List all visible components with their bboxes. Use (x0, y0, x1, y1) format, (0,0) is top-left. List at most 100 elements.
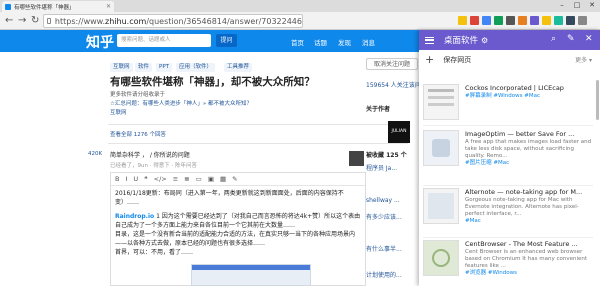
forward-button[interactable]: → (18, 15, 26, 27)
sidebar-link[interactable]: 有多少应该... (366, 212, 402, 221)
menu-icon[interactable] (578, 16, 587, 25)
bookmark-description: Cent Browser is an enhanced web browser … (465, 249, 588, 276)
bookmark-card[interactable]: ImageOptim — better Save For ... A free … (423, 128, 593, 186)
question-detail-link[interactable]: ☆汇总问题：有哪些人类进步「神人」» 都不被大众所知？ (110, 99, 252, 107)
nav-topics[interactable]: 话题 (314, 37, 327, 47)
video-icon[interactable]: ▦ (220, 175, 226, 183)
bookmark-description: #屏幕录制 #Windows #Mac (465, 93, 593, 100)
bookmark-tags[interactable]: #Mac (465, 218, 481, 224)
ordered-list-icon[interactable]: ≡ (173, 175, 178, 183)
browser-toolbar: ← → ↻ https://www.zhihu.com/question/365… (0, 12, 600, 30)
editor-paragraph: 首界，可以：不用，看了…… (115, 249, 194, 256)
bold-icon[interactable]: B (115, 175, 119, 183)
italic-icon[interactable]: I (125, 175, 127, 183)
avatar[interactable] (349, 151, 364, 166)
bookmark-title[interactable]: CentBrowser - The Most Feature ... (465, 240, 593, 248)
extension-green-icon[interactable] (494, 16, 503, 25)
bookmark-card[interactable]: Alternote — note-taking app for M... Gor… (423, 186, 593, 238)
raindrop-link[interactable]: Raindrop.io (115, 213, 154, 220)
image-icon[interactable]: ▣ (208, 175, 214, 183)
bookmark-tags[interactable]: #图片压缩 #Mac (465, 160, 509, 166)
nav-messages[interactable]: 消息 (362, 37, 375, 47)
view-all-answers-link[interactable]: 查看全部 1276 个回答 (110, 130, 166, 138)
extension-red-icon[interactable] (470, 16, 479, 25)
maximize-button[interactable]: □ (570, 0, 584, 11)
underline-icon[interactable]: U (133, 175, 138, 183)
save-page-label[interactable]: 保存网页 (443, 55, 471, 65)
bookmark-thumbnail (423, 130, 459, 166)
extension-blue-icon[interactable] (482, 16, 491, 25)
bookmark-tags[interactable]: #浏览器 #Windows (465, 270, 517, 276)
bookmark-title[interactable]: ImageOptim — better Save For ... (465, 130, 593, 138)
edit-icon[interactable]: ✎ (567, 34, 575, 44)
editor-body[interactable]: 2016/1/18更新：布局同（进入第一年，两类更新就这到新面面处，后面的内容保… (111, 186, 365, 260)
question-detail-link[interactable]: 互联网 (110, 108, 127, 116)
extension-orange-icon[interactable] (518, 16, 527, 25)
hamburger-menu-icon[interactable] (425, 36, 434, 44)
zhihu-logo[interactable]: 知乎 (86, 32, 114, 52)
gear-icon[interactable]: ⚙ (481, 36, 488, 45)
answer-editor[interactable]: B I U ❝ </> ≡ ≣ ▭ ▣ ▦ ✎ 2016/1/18更新：布局同（… (110, 172, 366, 286)
address-bar[interactable]: https://www.zhihu.com/question/36546814/… (43, 14, 303, 28)
browser-tab-strip: 有哪些软件堪称「神器」 ✕ – □ ✕ (0, 0, 600, 12)
close-icon[interactable]: ✕ (585, 34, 593, 44)
unordered-list-icon[interactable]: ≣ (184, 175, 189, 183)
extension-gray-icon[interactable] (506, 16, 515, 25)
star-icon[interactable] (458, 16, 467, 25)
ask-button[interactable]: 提问 (216, 34, 237, 47)
unfollow-button[interactable]: 取消关注问题 (366, 58, 418, 70)
code-icon[interactable]: </> (154, 175, 167, 183)
topic-tag[interactable]: PPT (156, 63, 172, 72)
more-dropdown[interactable]: 更多 ▾ (575, 55, 592, 64)
save-page-row[interactable]: + 保存网页 更多 ▾ (419, 50, 600, 69)
bookmark-thumbnail (423, 240, 459, 276)
bookmark-panel: 桌面软件 ⚙ ⌕ ✎ ✕ + 保存网页 更多 ▾ Cockos Incorpor… (419, 30, 600, 286)
sidebar-heading: 被收藏 125 个 (366, 152, 407, 159)
lock-icon (47, 18, 51, 24)
sidebar-link[interactable]: shellway ... (366, 197, 400, 204)
topic-tag[interactable]: 工具推荐 (224, 63, 253, 72)
editor-paragraph: Raindrop.io 1 因为这个需要已经达到了（对我自己而言恐怖的将达4k+… (115, 213, 361, 229)
question-title: 有哪些软件堪称「神器」，却不被大众所知？ (110, 76, 315, 88)
topic-tag[interactable]: 软件 (135, 63, 153, 72)
sidebar-link[interactable]: 程序员 Ja... (366, 163, 397, 172)
bookmark-extension-icon[interactable] (530, 16, 539, 25)
minimize-button[interactable]: – (555, 0, 569, 11)
panel-scrollbar[interactable] (596, 80, 599, 120)
bookmark-thumbnail (423, 84, 459, 120)
zhihu-search-input[interactable]: 搜索问题、话题或人 (117, 34, 211, 47)
tab-close-icon[interactable]: ✕ (106, 3, 111, 10)
bookmark-card[interactable]: Cockos Incorporated | LICEcap #屏幕录制 #Win… (423, 82, 593, 126)
bookmark-tags[interactable]: #屏幕录制 #Windows #Mac (465, 93, 540, 99)
sidebar-link[interactable]: 计划使用的... (366, 270, 402, 279)
nav-home[interactable]: 首页 (291, 37, 304, 47)
follower-count[interactable]: 159654 人关注该问题 (366, 80, 427, 89)
vote-count[interactable]: 420K (88, 151, 102, 157)
bookmark-card[interactable]: CentBrowser - The Most Feature ... Cent … (423, 238, 593, 286)
author-avatar[interactable]: JULIAN (388, 121, 410, 143)
divider-icon[interactable]: ▭ (196, 175, 202, 183)
bookmark-title[interactable]: Cockos Incorporated | LICEcap (465, 84, 593, 92)
search-icon[interactable]: ⌕ (551, 34, 556, 44)
extension-dark-icon[interactable] (566, 16, 575, 25)
answer-meta: 已经看了，9un · 得意下 · 陈年问答 (110, 163, 197, 169)
sidebar-link[interactable]: 有什么事半... (366, 244, 402, 253)
back-button[interactable]: ← (5, 15, 13, 27)
reload-button[interactable]: ↻ (31, 15, 39, 27)
panel-title[interactable]: 桌面软件 (444, 34, 478, 46)
nav-explore[interactable]: 发现 (338, 37, 351, 47)
topic-tag[interactable]: 应用（软件） (176, 63, 216, 72)
formula-icon[interactable]: ✎ (232, 175, 237, 183)
zhihu-header: 知乎 搜索问题、话题或人 提问 首页 话题 发现 消息 (0, 30, 420, 52)
answer-author[interactable]: 简单杂科学 ， / 你所说的问题 (110, 150, 190, 159)
bookmark-title[interactable]: Alternote — note-taking app for M... (465, 188, 593, 196)
extension-yellow-icon[interactable] (542, 16, 551, 25)
extension-teal-icon[interactable] (554, 16, 563, 25)
quote-icon[interactable]: ❝ (144, 175, 148, 183)
plus-icon[interactable]: + (425, 53, 434, 66)
editor-toolbar: B I U ❝ </> ≡ ≣ ▭ ▣ ▦ ✎ (111, 173, 365, 186)
close-window-button[interactable]: ✕ (585, 0, 599, 11)
zhihu-favicon-icon (5, 3, 11, 10)
topic-tag[interactable]: 互联网 (110, 63, 133, 72)
browser-tab[interactable]: 有哪些软件堪称「神器」 ✕ (2, 1, 114, 12)
